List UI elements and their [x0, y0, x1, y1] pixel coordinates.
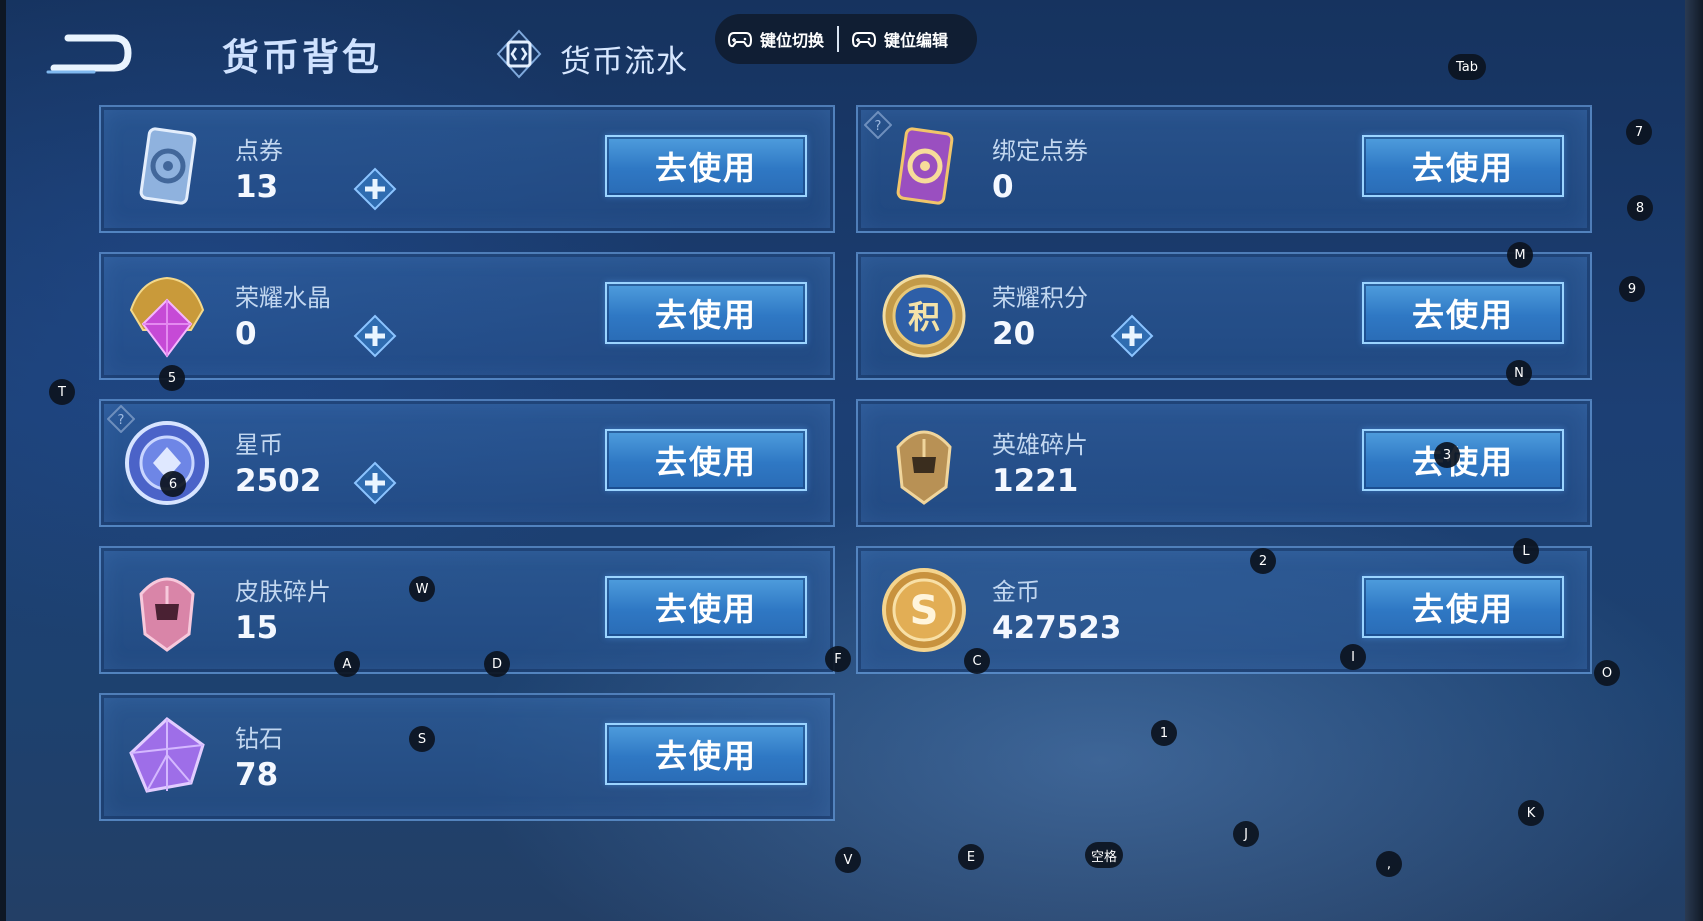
voucher-purple-icon — [896, 127, 954, 205]
key-marker[interactable]: , — [1376, 851, 1402, 877]
key-marker[interactable]: S — [409, 726, 435, 752]
add-plus-icon[interactable] — [353, 167, 397, 211]
currency-card-diamond: 钻石 78 去使用 — [99, 693, 835, 821]
key-marker[interactable]: 2 — [1250, 548, 1276, 574]
currency-amount: 427523 — [992, 610, 1122, 646]
use-button[interactable]: 去使用 — [605, 135, 807, 197]
key-marker[interactable]: T — [49, 379, 75, 405]
voucher-blue-icon — [139, 127, 197, 205]
key-marker[interactable]: I — [1340, 644, 1366, 670]
key-marker[interactable]: K — [1518, 800, 1544, 826]
currency-name: 钻石 — [235, 725, 283, 753]
use-button[interactable]: 去使用 — [1362, 576, 1564, 638]
diamond-icon — [129, 717, 205, 793]
currency-card-skin-fragment: 皮肤碎片 15 去使用 — [99, 546, 835, 674]
use-button[interactable]: 去使用 — [605, 576, 807, 638]
key-marker[interactable]: F — [825, 646, 851, 672]
glory-crystal-icon — [129, 276, 205, 358]
key-marker[interactable]: 6 — [160, 471, 186, 497]
gamepad-icon — [728, 32, 752, 48]
add-plus-icon[interactable] — [1110, 314, 1154, 358]
right-edge — [1685, 0, 1703, 921]
key-marker[interactable]: D — [484, 651, 510, 677]
currency-name: 绑定点券 — [992, 137, 1088, 165]
keymap-toolbar: 键位切换 键位编辑 — [715, 14, 977, 64]
left-edge — [0, 0, 6, 921]
currency-amount: 0 — [992, 169, 1014, 205]
key-switch-label: 键位切换 — [760, 31, 825, 50]
currency-name: 荣耀水晶 — [235, 284, 331, 312]
key-marker-space[interactable]: 空格 — [1085, 842, 1123, 868]
currency-amount: 15 — [235, 610, 279, 646]
gamepad-icon — [852, 32, 877, 48]
currency-name: 星币 — [235, 431, 283, 459]
svg-text:S: S — [910, 588, 939, 634]
currency-card-glory-points: 积 荣耀积分 20 去使用 — [856, 252, 1592, 380]
key-marker[interactable]: V — [835, 847, 861, 873]
key-marker[interactable]: 3 — [1434, 442, 1460, 468]
add-plus-icon[interactable] — [353, 314, 397, 358]
use-button[interactable]: 去使用 — [605, 723, 807, 785]
key-marker[interactable]: E — [958, 844, 984, 870]
key-marker[interactable]: 8 — [1627, 195, 1653, 221]
use-button[interactable]: 去使用 — [605, 282, 807, 344]
use-button[interactable]: 去使用 — [1362, 282, 1564, 344]
gold-coin-icon: S — [882, 568, 966, 652]
hero-fragment-icon — [896, 430, 952, 505]
currency-amount: 0 — [235, 316, 257, 352]
currency-amount: 1221 — [992, 463, 1079, 499]
currency-card-star-coin: ? 星币 2502 去使用 — [99, 399, 835, 527]
use-button[interactable]: 去使用 — [1362, 135, 1564, 197]
key-marker[interactable]: L — [1513, 538, 1539, 564]
key-marker[interactable]: N — [1506, 360, 1532, 386]
currency-card-glory-crystal: 荣耀水晶 0 去使用 — [99, 252, 835, 380]
add-plus-icon[interactable] — [353, 461, 397, 505]
key-switch-button[interactable]: 键位切换 — [715, 14, 837, 64]
currency-flow-tab[interactable]: 货币流水 — [560, 36, 688, 81]
key-marker[interactable]: M — [1507, 242, 1533, 268]
key-marker[interactable]: Tab — [1448, 54, 1486, 80]
currency-name: 英雄碎片 — [992, 431, 1088, 459]
currency-flow-icon[interactable] — [494, 28, 544, 80]
currency-amount: 20 — [992, 316, 1036, 352]
key-marker[interactable]: W — [409, 576, 435, 602]
key-marker[interactable]: 9 — [1619, 276, 1645, 302]
back-arrow-icon[interactable] — [44, 28, 132, 78]
key-marker[interactable]: 5 — [159, 365, 185, 391]
use-button[interactable]: 去使用 — [605, 429, 807, 491]
use-button[interactable]: 去使用 — [1362, 429, 1564, 491]
currency-amount: 13 — [235, 169, 279, 205]
currency-amount: 78 — [235, 757, 279, 793]
key-marker[interactable]: 1 — [1151, 720, 1177, 746]
key-marker[interactable]: O — [1594, 660, 1620, 686]
key-edit-button[interactable]: 键位编辑 — [839, 14, 961, 64]
key-marker[interactable]: 7 — [1626, 119, 1652, 145]
page-title: 货币背包 — [222, 36, 382, 79]
currency-name: 点券 — [235, 137, 283, 165]
svg-text:积: 积 — [908, 298, 940, 336]
currency-card-bound-voucher: ? 绑定点券 0 去使用 — [856, 105, 1592, 233]
currency-name: 皮肤碎片 — [235, 578, 331, 606]
skin-fragment-icon — [139, 577, 195, 652]
currency-amount: 2502 — [235, 463, 322, 499]
key-marker[interactable]: J — [1233, 821, 1259, 847]
currency-name: 金币 — [992, 578, 1040, 606]
key-marker[interactable]: A — [334, 651, 360, 677]
currency-card-hero-fragment: 英雄碎片 1221 去使用 — [856, 399, 1592, 527]
currency-name: 荣耀积分 — [992, 284, 1088, 312]
key-marker[interactable]: C — [964, 648, 990, 674]
glory-points-icon: 积 — [882, 274, 966, 358]
currency-card-voucher: 点券 13 去使用 — [99, 105, 835, 233]
key-edit-label: 键位编辑 — [884, 31, 949, 50]
